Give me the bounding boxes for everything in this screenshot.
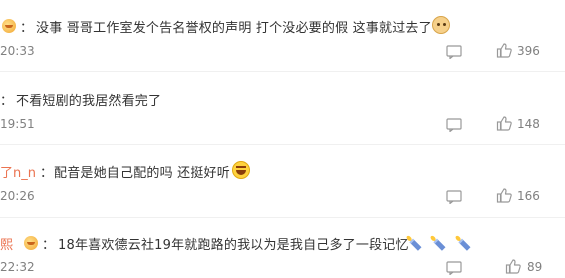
reply-icon[interactable] [446,117,462,133]
comment-text: 没事 哥哥工作室发个告名誉权的声明 打个没必要的假 这事就过去了 [36,21,432,36]
like-icon[interactable] [496,115,513,132]
doge-icon [432,16,450,34]
like-count: 89 [527,260,543,274]
divider [0,71,565,72]
reply-icon[interactable] [446,260,462,276]
comment-colon: ： [42,238,56,253]
comment-colon: ： [20,21,34,36]
comment-time: 20:33 [0,44,35,58]
reply-icon[interactable] [446,189,462,205]
like-icon[interactable] [496,42,513,59]
comment-meta-line: 20:26 166 [0,187,565,207]
comment-content-line: ： 没事 哥哥工作室发个告名誉权的声明 打个没必要的假 这事就过去了 [0,14,565,38]
comment-colon: ： [40,166,54,181]
comment-colon: ： [0,94,14,109]
comment-content-line: 了n_n ： 配音是她自己配的吗 还挺好听 [0,159,565,183]
comment-meta-line: 19:51 148 [0,115,565,135]
candle-icon [426,233,448,253]
divider [0,217,565,218]
laugh-cry-icon [232,161,250,179]
comment-content-line: 熙 ： 18年喜欢德云社19年就跑路的我以为是我自己多了一段记忆 [0,231,565,255]
member-badge-icon [24,236,38,250]
comment-time: 22:32 [0,260,35,274]
comment-nickname[interactable]: 了n_n [0,162,36,181]
comment-nickname[interactable]: 熙 [0,234,13,253]
like-icon[interactable] [505,258,522,275]
member-badge-icon [2,19,16,33]
comment-meta-line: 20:33 396 [0,42,565,62]
divider [0,144,565,145]
comment-content-line: ： 不看短剧的我居然看完了 [0,87,565,111]
like-count: 148 [517,117,540,131]
like-icon[interactable] [496,187,513,204]
candle-icon [402,233,424,253]
candle-icon [451,233,473,253]
comment-text: 18年喜欢德云社19年就跑路的我以为是我自己多了一段记忆 [58,238,409,253]
comment-list: ： 没事 哥哥工作室发个告名誉权的声明 打个没必要的假 这事就过去了 20:33… [0,0,565,278]
like-count: 166 [517,189,540,203]
comment-text: 配音是她自己配的吗 还挺好听 [54,166,230,181]
comment-text: 不看短剧的我居然看完了 [16,94,162,109]
comment-meta-line: 22:32 89 [0,258,565,278]
reply-icon[interactable] [446,44,462,60]
comment-time: 19:51 [0,117,35,131]
comment-time: 20:26 [0,189,35,203]
like-count: 396 [517,44,540,58]
